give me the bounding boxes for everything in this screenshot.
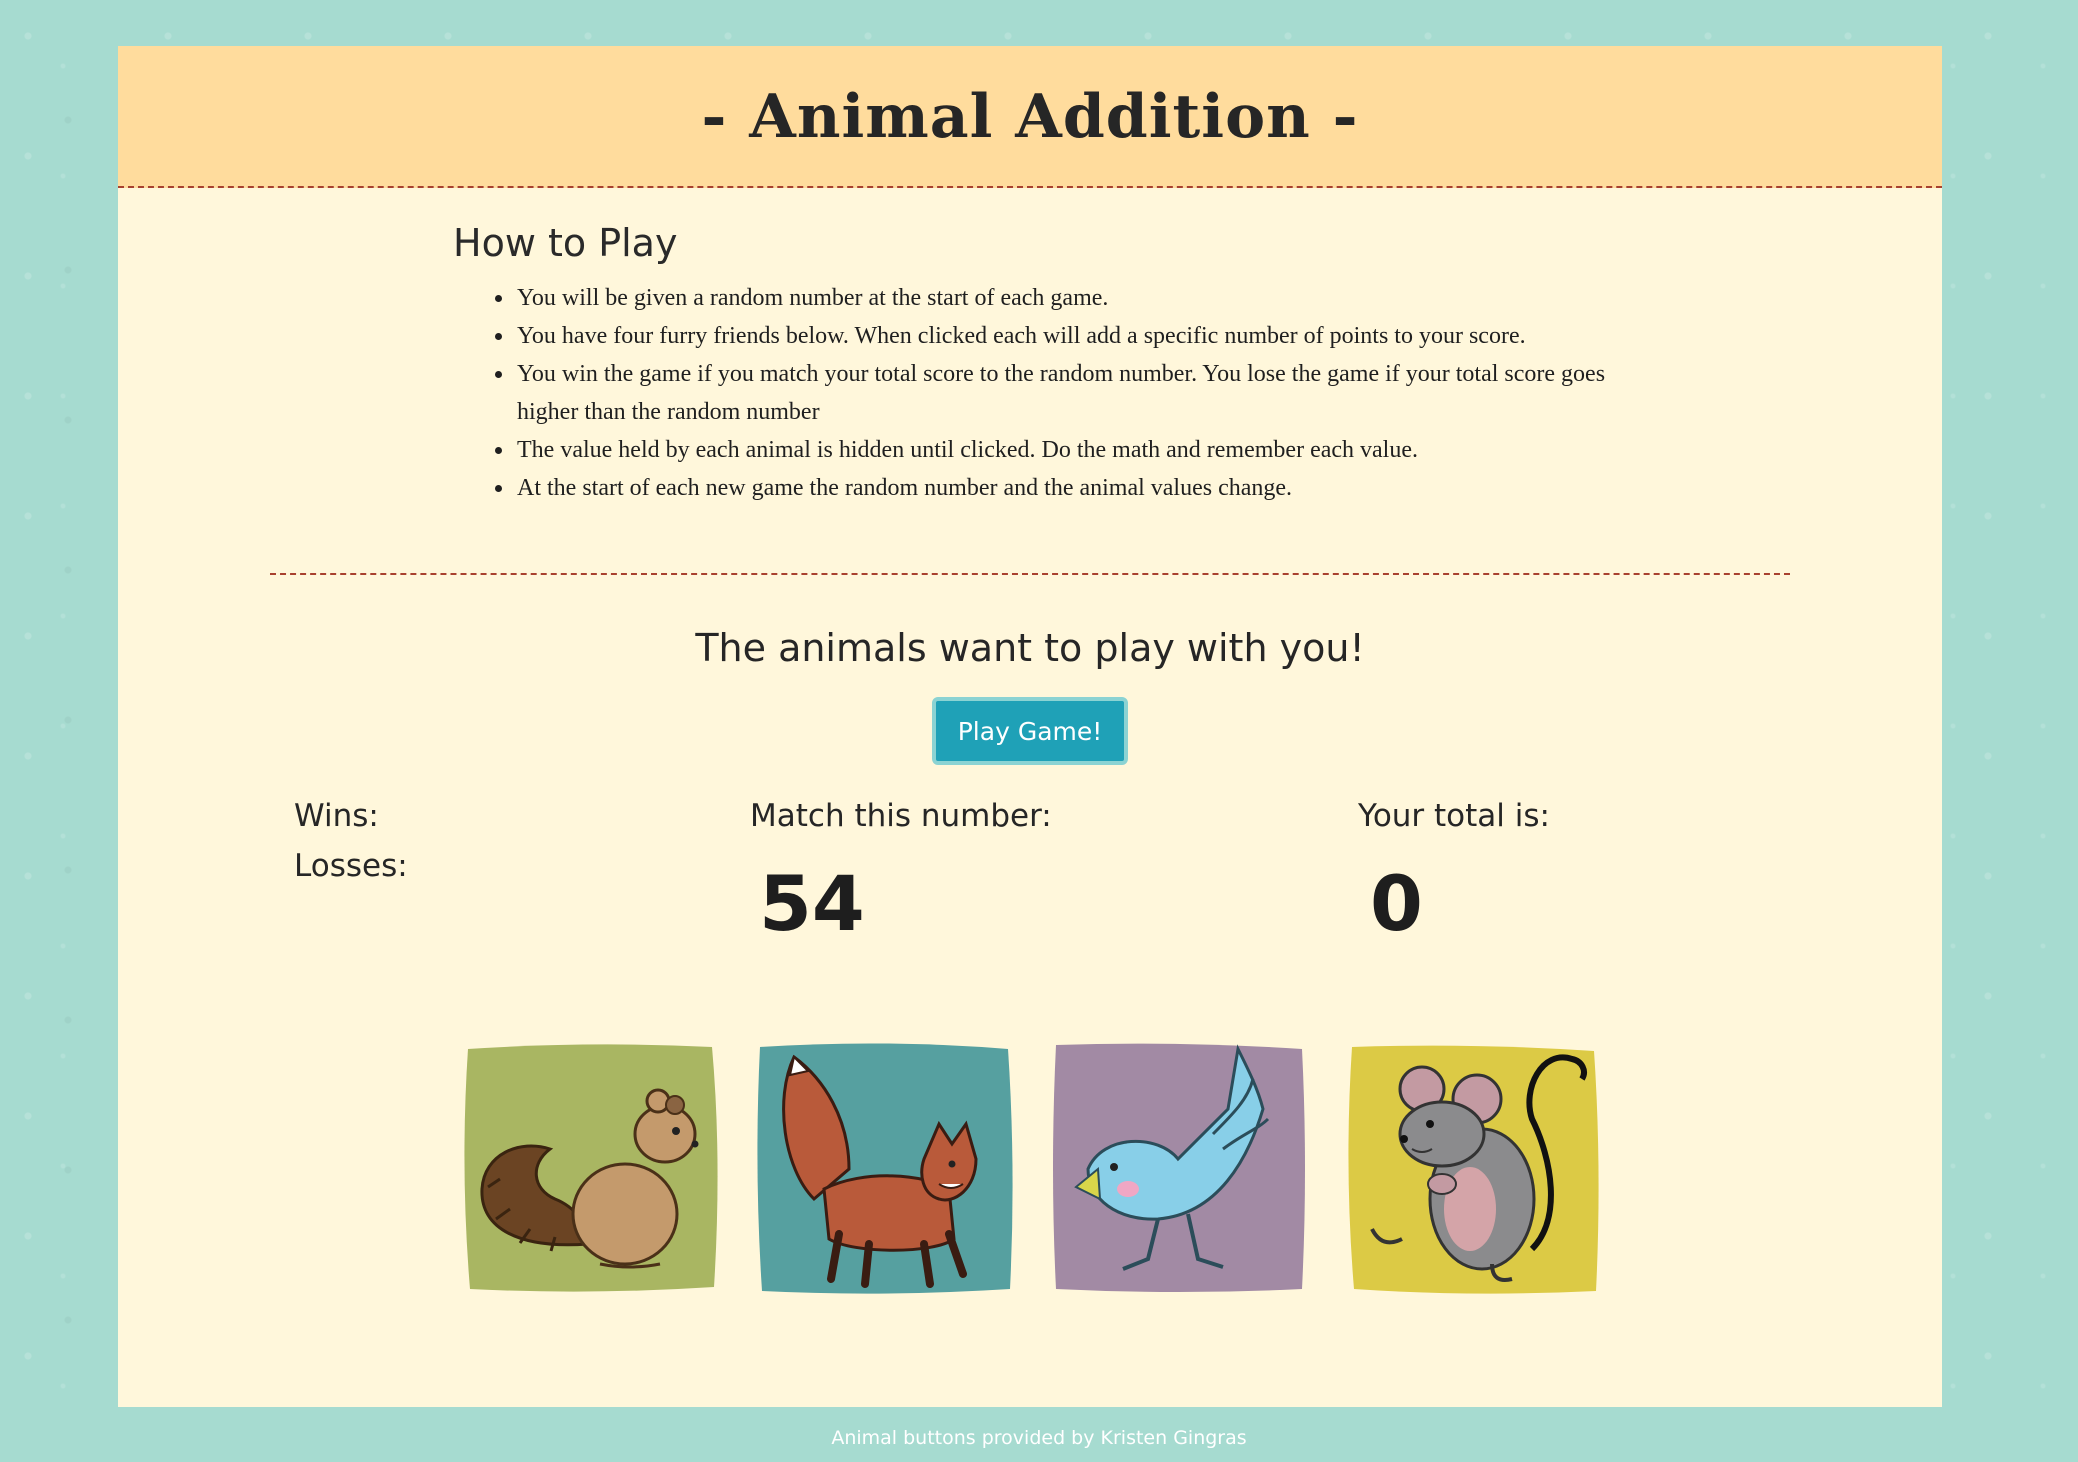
game-panel: - Animal Addition - How to Play You will… <box>118 46 1942 1407</box>
how-to-play-heading: How to Play <box>453 221 678 265</box>
fox-icon <box>757 1043 1013 1294</box>
squirrel-icon <box>464 1044 718 1292</box>
mouse-button[interactable] <box>1342 1039 1604 1297</box>
header-bar: - Animal Addition - <box>118 46 1942 188</box>
rule-item: You win the game if you match your total… <box>515 355 1623 431</box>
section-divider <box>270 573 1790 575</box>
total-number: 0 <box>1370 859 1423 948</box>
rule-item: You have four furry friends below. When … <box>515 317 1623 355</box>
total-label: Your total is: <box>1358 798 1550 834</box>
losses-label: Losses: <box>294 848 408 884</box>
wins-label: Wins: <box>294 798 379 834</box>
rules-list: You will be given a random number at the… <box>453 279 1623 507</box>
how-to-play-section: How to Play You will be given a random n… <box>453 221 1623 507</box>
target-label: Match this number: <box>750 798 1052 834</box>
squirrel-button[interactable] <box>460 1039 722 1297</box>
rule-item: You will be given a random number at the… <box>515 279 1623 317</box>
bird-icon <box>1053 1043 1305 1292</box>
page-title: - Animal Addition - <box>701 82 1359 152</box>
footer-credit: Animal buttons provided by Kristen Gingr… <box>831 1427 1247 1449</box>
invite-message: The animals want to play with you! <box>695 626 1365 670</box>
rule-item: At the start of each new game the random… <box>515 469 1623 507</box>
play-game-button[interactable]: Play Game! <box>932 697 1128 765</box>
fox-button[interactable] <box>754 1039 1016 1297</box>
target-number: 54 <box>759 859 865 948</box>
mouse-icon <box>1348 1045 1599 1294</box>
rule-item: The value held by each animal is hidden … <box>515 431 1623 469</box>
bird-button[interactable] <box>1048 1039 1310 1297</box>
